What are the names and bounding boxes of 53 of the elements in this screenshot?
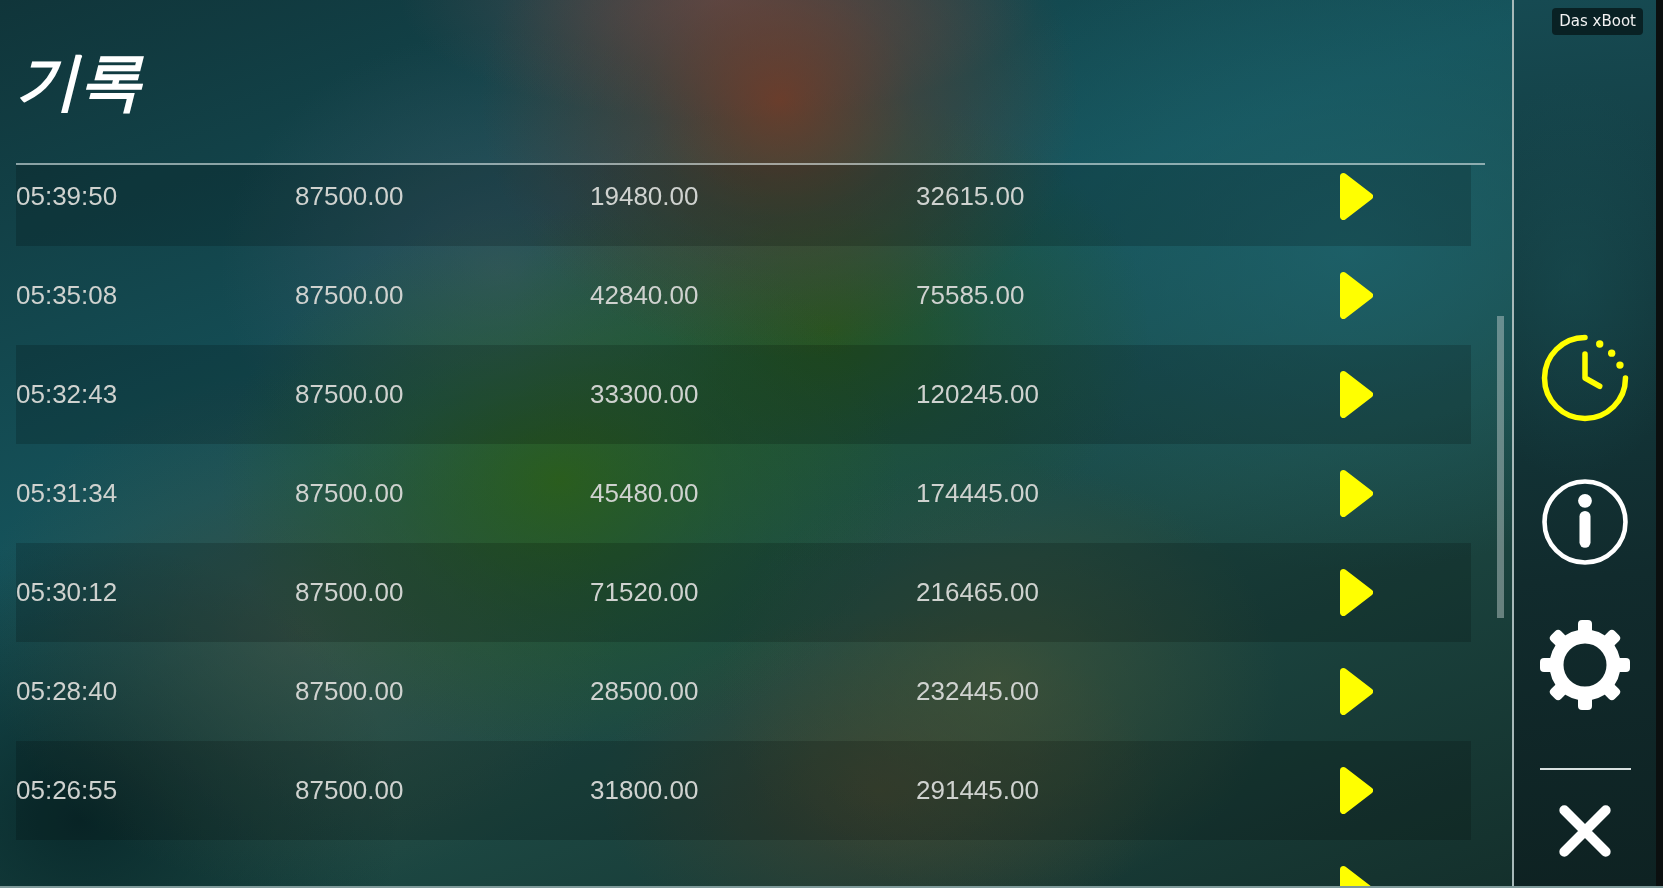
table-cell: 05:26:55 [16,775,118,806]
table-cell: 71520.00 [590,577,699,608]
table-cell: 120245.00 [916,379,1039,410]
play-icon [1340,470,1373,517]
history-button[interactable] [1539,332,1631,424]
app-name-label: Das xBoot [1552,8,1643,35]
table-cell: 45480.00 [590,478,699,509]
play-button[interactable] [1340,470,1373,517]
play-button[interactable] [1340,569,1373,616]
table-cell: 33300.00 [590,379,699,410]
play-button[interactable] [1340,272,1373,319]
table-cell: 87500.00 [295,775,404,806]
play-icon [1340,173,1373,220]
table-cell: 232445.00 [916,676,1039,707]
play-button[interactable] [1340,668,1373,715]
close-button[interactable] [1558,804,1612,858]
page-title: 기록 [16,44,142,120]
table-cell: 87500.00 [295,676,404,707]
table-cell: 42840.00 [590,280,699,311]
play-icon [1340,371,1373,418]
table-cell: 05:39:50 [16,181,118,212]
table-cell: 31800.00 [590,775,699,806]
table-cell: 87500.00 [295,478,404,509]
table-cell: 87500.00 [295,280,404,311]
table-cell: 75585.00 [916,280,1025,311]
table-cell: 32615.00 [916,181,1025,212]
table-cell: 87500.00 [295,379,404,410]
table-cell: 05:28:40 [16,676,118,707]
table-cell: 216465.00 [916,577,1039,608]
table-cell: 87500.00 [295,181,404,212]
table-cell: 05:30:12 [16,577,118,608]
table-cell: 174445.00 [916,478,1039,509]
settings-button[interactable] [1540,620,1630,710]
play-icon [1340,668,1373,715]
settings-icon [1540,620,1630,710]
play-icon [1340,767,1373,814]
close-icon [1558,804,1612,858]
table-cell: 05:32:43 [16,379,118,410]
scrollbar-thumb[interactable] [1497,316,1504,618]
info-icon [1539,476,1631,568]
table-cell: 05:35:08 [16,280,118,311]
table-cell: 05:31:34 [16,478,118,509]
play-icon [1340,272,1373,319]
play-icon [1340,569,1373,616]
table-cell: 291445.00 [916,775,1039,806]
info-button[interactable] [1539,476,1631,568]
table-cell: 28500.00 [590,676,699,707]
table-cell: 19480.00 [590,181,699,212]
play-button[interactable] [1340,767,1373,814]
play-button[interactable] [1340,371,1373,418]
table-cell: 87500.00 [295,577,404,608]
play-button[interactable] [1340,173,1373,220]
clock-icon [1539,332,1631,424]
